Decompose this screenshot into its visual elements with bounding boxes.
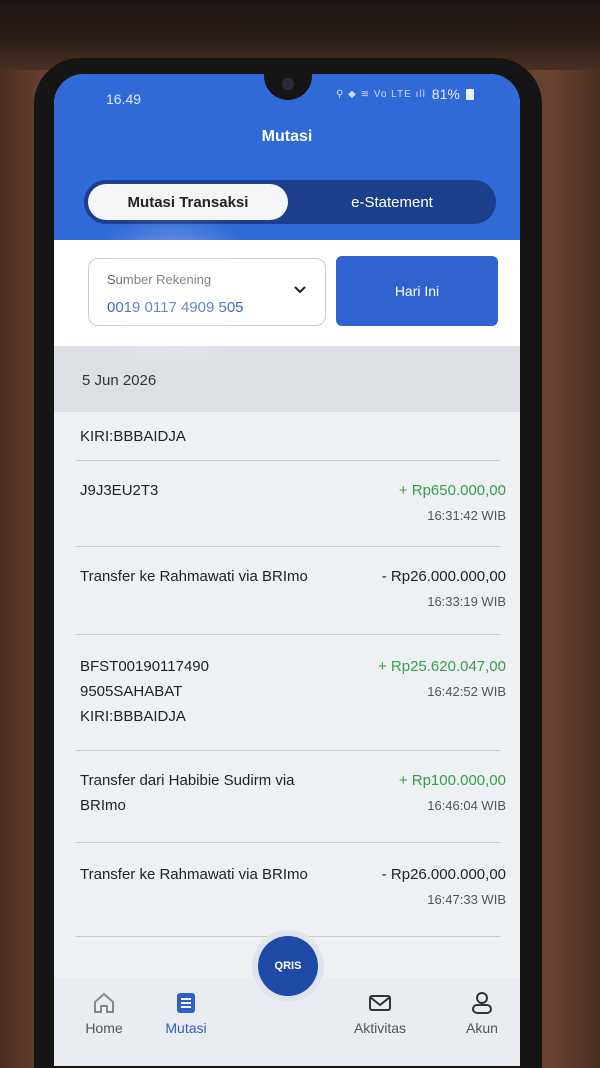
transaction-amount: - Rp26.000.000,00	[381, 866, 506, 883]
row-divider	[76, 634, 500, 635]
transaction-time: 16:33:19 WIB	[427, 594, 506, 609]
transaction-row[interactable]: BFST00190117490 9505SAHABAT KIRI:BBBAIDJ…	[54, 654, 520, 754]
transaction-amount: - Rp26.000.000,00	[381, 568, 506, 585]
transaction-description: BFST00190117490 9505SAHABAT KIRI:BBBAIDJ…	[80, 658, 209, 725]
transaction-description: Transfer ke Rahmawati via BRImo	[80, 866, 308, 883]
nav-home[interactable]: Home	[64, 990, 144, 1036]
qris-button[interactable]: QRIS	[258, 936, 318, 996]
transaction-row[interactable]: J9J3EU2T3 + Rp650.000,00 16:31:42 WIB	[54, 478, 520, 548]
nav-aktivitas[interactable]: Aktivitas	[340, 990, 420, 1036]
transaction-description: J9J3EU2T3	[80, 482, 159, 499]
page-title: Mutasi	[261, 128, 313, 145]
battery-icon	[465, 88, 474, 100]
row-divider	[76, 750, 500, 751]
transaction-row[interactable]: Transfer dari Habibie Sudirm via BRImo +…	[54, 768, 520, 844]
nav-akun[interactable]: Akun	[442, 990, 520, 1036]
status-bar-right: ⚲ ◆ ≋ Vo LTE ıll 81%	[336, 86, 474, 102]
tab-mutasi-transaksi[interactable]: Mutasi Transaksi	[88, 184, 288, 220]
transaction-time: 16:42:52 WIB	[427, 684, 506, 699]
date-header: 5 Jun 2026	[54, 346, 520, 412]
date-range-button[interactable]: Hari Ini	[336, 256, 498, 326]
date-label: 5 Jun 2026	[82, 372, 157, 389]
signal-icons: ⚲ ◆ ≋ Vo LTE ıll	[336, 88, 426, 100]
mail-icon	[369, 995, 391, 1011]
nav-mutasi-label: Mutasi	[165, 1020, 207, 1036]
transaction-row[interactable]: Transfer ke Rahmawati via BRImo - Rp26.0…	[54, 564, 520, 638]
nav-mutasi[interactable]: Mutasi	[146, 990, 226, 1036]
screen-glare	[108, 234, 238, 344]
chevron-down-icon	[294, 286, 306, 294]
transaction-row[interactable]: Transfer ke Rahmawati via BRImo - Rp26.0…	[54, 862, 520, 938]
transaction-description: KIRI:BBBAIDJA	[80, 428, 186, 445]
transaction-description: Transfer ke Rahmawati via BRImo	[80, 568, 308, 585]
row-divider	[76, 460, 500, 461]
qris-icon: QRIS	[274, 960, 302, 972]
transaction-time: 16:31:42 WIB	[427, 508, 506, 523]
transaction-amount: + Rp25.620.047,00	[377, 658, 506, 675]
transaction-time: 16:46:04 WIB	[427, 798, 506, 813]
camera-icon	[282, 78, 294, 90]
user-icon	[472, 992, 492, 1014]
nav-aktivitas-label: Aktivitas	[353, 1020, 407, 1036]
row-divider	[76, 842, 500, 843]
tab-switch: Mutasi Transaksi e-Statement	[84, 180, 496, 224]
transaction-list[interactable]: KIRI:BBBAIDJA J9J3EU2T3 + Rp650.000,00 1…	[54, 412, 520, 972]
transaction-description: Transfer dari Habibie Sudirm via BRImo	[80, 772, 295, 814]
transaction-time: 16:47:33 WIB	[427, 892, 506, 907]
phone-screen: 16.49 ⚲ ◆ ≋ Vo LTE ıll 81% Mutasi Mutasi…	[54, 74, 520, 1066]
nav-akun-label: Akun	[466, 1020, 498, 1036]
battery-percent: 81%	[431, 86, 460, 102]
document-list-icon	[177, 993, 195, 1013]
tab-e-statement[interactable]: e-Statement	[302, 184, 482, 220]
status-time: 16.49	[106, 91, 142, 107]
transaction-amount: + Rp100.000,00	[398, 772, 506, 789]
home-icon	[94, 992, 114, 1013]
app-header: 16.49 ⚲ ◆ ≋ Vo LTE ıll 81% Mutasi Mutasi…	[54, 74, 520, 240]
nav-home-label: Home	[85, 1020, 123, 1036]
row-divider	[76, 546, 500, 547]
transaction-amount: + Rp650.000,00	[398, 482, 506, 499]
